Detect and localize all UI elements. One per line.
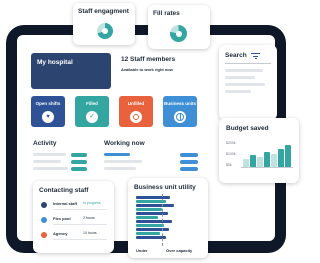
contacting-avatar <box>41 217 47 223</box>
search-result-line <box>225 69 263 72</box>
target-icon <box>130 111 142 123</box>
working-line <box>104 153 130 156</box>
utility-legend-under: Under <box>136 248 148 253</box>
activity-line <box>33 167 68 170</box>
working-line <box>104 160 142 163</box>
budget-bar <box>243 159 249 167</box>
utility-bar <box>136 232 160 235</box>
working-count-pill <box>180 166 198 171</box>
business-unit-utility-card[interactable]: Business unit utility Under Over capacit… <box>128 178 208 258</box>
fill-rates-title: Fill rates <box>153 10 180 17</box>
staff-engagement-card[interactable]: Staff engagment <box>73 3 135 45</box>
tile-unfilled[interactable]: Unfilled <box>119 96 153 127</box>
globe-icon <box>174 111 186 123</box>
contacting-divider <box>53 239 107 240</box>
budget-bar <box>250 155 256 167</box>
activity-status-pill <box>71 152 87 157</box>
budget-saved-card[interactable]: Budget saved $200k $100k $0k <box>219 118 299 183</box>
contacting-row-status: 10 hours <box>83 231 97 235</box>
contacting-row-status: 2 hours <box>83 216 95 220</box>
budget-bar <box>257 157 263 167</box>
tile-business-units[interactable]: Business units <box>163 96 197 127</box>
search-label: Search <box>225 52 247 59</box>
contacting-row-status: In progress <box>83 201 101 205</box>
tile-business-units-label: Business units <box>163 101 196 106</box>
budget-bar <box>271 154 277 167</box>
contacting-divider <box>53 224 107 225</box>
working-now-title: Working now <box>104 140 145 147</box>
contacting-staff-title: Contacting staff <box>39 187 89 194</box>
search-result-line <box>225 76 255 79</box>
budget-y-tick: $100k <box>226 152 236 156</box>
utility-bars <box>136 196 196 246</box>
search-result-line <box>225 90 251 93</box>
utility-bar <box>136 212 168 215</box>
my-hospital-tile[interactable]: My hospital <box>31 53 111 89</box>
utility-bar <box>136 196 170 199</box>
search-result-line <box>225 83 265 86</box>
contacting-avatar <box>41 232 47 238</box>
utility-bar <box>136 204 174 207</box>
budget-y-tick: $0k <box>226 163 232 167</box>
contacting-row-name: Internal staff <box>53 201 78 206</box>
budget-y-tick: $200k <box>226 141 236 145</box>
working-count-pill <box>180 159 198 164</box>
fill-rates-donut-hole <box>175 30 182 37</box>
tile-open-shifts[interactable]: Open shifts ♥ <box>31 96 65 127</box>
budget-bars <box>241 141 293 168</box>
engagement-donut-hole <box>102 28 108 34</box>
contacting-avatar <box>41 202 47 208</box>
contacting-staff-card[interactable]: Contacting staff Internal staff In progr… <box>33 181 114 253</box>
working-line <box>104 167 136 170</box>
search-card[interactable]: Search <box>219 45 277 120</box>
contacting-row-name: Agency <box>53 231 68 236</box>
tile-filled-label: Filled <box>86 101 98 106</box>
hospital-title: My hospital <box>37 59 73 66</box>
fill-rates-card[interactable]: Fill rates <box>148 5 210 49</box>
utility-bar <box>136 220 172 223</box>
tile-open-shifts-label: Open shifts <box>35 101 61 106</box>
utility-bar <box>136 224 164 227</box>
working-count-pill <box>180 152 198 157</box>
activity-line <box>33 153 66 156</box>
staff-members-subline: Available to work right now <box>121 67 173 72</box>
budget-bar <box>264 152 270 167</box>
contacting-row-name: Flex pool <box>53 216 71 221</box>
budget-bar <box>278 149 284 167</box>
budget-saved-title: Budget saved <box>226 125 269 132</box>
utility-capacity-line <box>162 194 163 246</box>
activity-title: Activity <box>33 140 57 147</box>
filter-icon[interactable] <box>251 53 260 59</box>
activity-status-pill <box>71 166 87 171</box>
search-divider <box>225 63 271 64</box>
utility-legend-over: Over capacity <box>166 248 193 253</box>
heart-icon: ♥ <box>42 111 54 123</box>
utility-bar <box>136 228 169 231</box>
staff-members-headline: 12 Staff members <box>121 56 176 63</box>
staff-engagement-title: Staff engagment <box>78 8 129 15</box>
activity-status-pill <box>71 159 87 164</box>
utility-bar <box>136 208 162 211</box>
utility-bar <box>136 216 158 219</box>
check-icon: ✓ <box>86 111 98 123</box>
activity-line <box>33 160 61 163</box>
tile-filled[interactable]: Filled ✓ <box>75 96 109 127</box>
contacting-divider <box>53 209 107 210</box>
tile-unfilled-label: Unfilled <box>127 101 145 106</box>
utility-title: Business unit utility <box>134 184 196 191</box>
budget-bar <box>285 145 291 167</box>
